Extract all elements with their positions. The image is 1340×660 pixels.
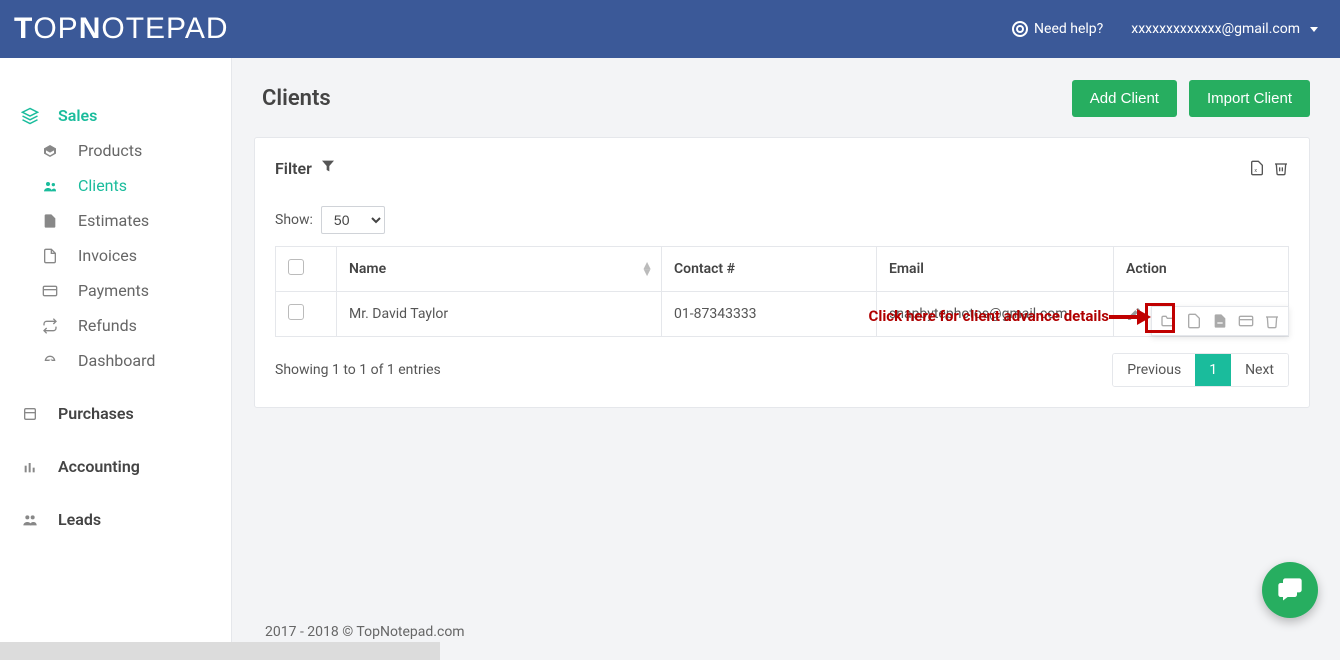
col-label: Name bbox=[349, 261, 386, 277]
sidebar-item-label: Payments bbox=[78, 281, 149, 300]
pager-prev[interactable]: Previous bbox=[1113, 354, 1195, 386]
sidebar-item-label: Refunds bbox=[78, 316, 137, 335]
table-row: Mr. David Taylor 01-87343333 snapbytepho… bbox=[276, 292, 1289, 337]
card2-icon[interactable] bbox=[1238, 313, 1254, 329]
sidebar-item-products[interactable]: Products bbox=[0, 133, 231, 168]
sidebar-sales[interactable]: Sales bbox=[0, 98, 231, 133]
brand-logo[interactable]: TOPNOTEPAD bbox=[14, 12, 229, 46]
sidebar: Sales Products Clients Estimates Invoice… bbox=[0, 58, 232, 660]
row-checkbox[interactable] bbox=[288, 304, 304, 320]
sidebar-item-clients[interactable]: Clients bbox=[0, 168, 231, 203]
help-label: Need help? bbox=[1034, 21, 1103, 37]
add-client-button[interactable]: Add Client bbox=[1072, 80, 1177, 117]
new-doc2-icon[interactable] bbox=[1212, 313, 1228, 329]
chart-icon bbox=[20, 459, 40, 475]
sidebar-item-label: Clients bbox=[78, 176, 127, 195]
footer-text: 2017 - 2018 © TopNotepad.com bbox=[265, 624, 465, 640]
sidebar-item-label: Invoices bbox=[78, 246, 137, 265]
sidebar-item-label: Estimates bbox=[78, 211, 149, 230]
chat-fab[interactable] bbox=[1262, 562, 1318, 618]
chat-icon bbox=[1276, 576, 1304, 604]
show-label: Show: bbox=[275, 212, 313, 228]
clients-card: Filter x Show: 50 bbox=[254, 137, 1310, 408]
col-name[interactable]: Name ▲▼ bbox=[337, 247, 662, 292]
sidebar-purchases[interactable]: Purchases bbox=[0, 396, 231, 431]
clients-table: Name ▲▼ Contact # Email Action Mr. David… bbox=[275, 246, 1289, 337]
svg-text:x: x bbox=[1254, 168, 1257, 174]
page-title: Clients bbox=[262, 86, 331, 111]
col-action: Action bbox=[1114, 247, 1289, 292]
delete-icon[interactable] bbox=[1273, 160, 1289, 176]
topbar: TOPNOTEPAD Need help? xxxxxxxxxxxxx@gmai… bbox=[0, 0, 1340, 58]
select-all-checkbox[interactable] bbox=[288, 259, 304, 275]
hscroll-track[interactable] bbox=[0, 642, 440, 660]
cubes-icon bbox=[40, 143, 60, 159]
sidebar-item-estimates[interactable]: Estimates bbox=[0, 203, 231, 238]
cell-name: Mr. David Taylor bbox=[337, 292, 662, 337]
help-icon bbox=[1012, 21, 1028, 37]
user-email: xxxxxxxxxxxxx@gmail.com bbox=[1131, 21, 1300, 37]
sidebar-item-label: Products bbox=[78, 141, 142, 160]
new-doc-icon[interactable] bbox=[1186, 313, 1202, 329]
col-email[interactable]: Email bbox=[877, 247, 1114, 292]
gauge-icon bbox=[40, 353, 60, 369]
card-icon bbox=[40, 283, 60, 299]
sidebar-item-payments[interactable]: Payments bbox=[0, 273, 231, 308]
col-contact[interactable]: Contact # bbox=[662, 247, 877, 292]
user-menu[interactable]: xxxxxxxxxxxxx@gmail.com bbox=[1131, 21, 1318, 37]
sidebar-label: Leads bbox=[58, 510, 101, 529]
action-popup bbox=[1151, 306, 1289, 336]
sidebar-item-refunds[interactable]: Refunds bbox=[0, 308, 231, 343]
pager: Previous 1 Next bbox=[1112, 353, 1289, 387]
import-client-button[interactable]: Import Client bbox=[1189, 80, 1310, 117]
sidebar-item-label: Dashboard bbox=[78, 351, 155, 370]
layers-icon bbox=[20, 107, 40, 125]
chevron-down-icon bbox=[1310, 27, 1318, 32]
people-icon bbox=[20, 512, 40, 528]
sidebar-label: Accounting bbox=[58, 457, 140, 476]
sidebar-label: Purchases bbox=[58, 404, 134, 423]
swap-icon bbox=[40, 318, 60, 334]
cell-contact: 01-87343333 bbox=[662, 292, 877, 337]
sidebar-item-dashboard[interactable]: Dashboard bbox=[0, 343, 231, 378]
folder-icon[interactable] bbox=[1160, 313, 1176, 329]
pager-next[interactable]: Next bbox=[1231, 354, 1288, 386]
pager-page[interactable]: 1 bbox=[1195, 354, 1231, 386]
sidebar-item-invoices[interactable]: Invoices bbox=[0, 238, 231, 273]
content: Clients Add Client Import Client Filter … bbox=[232, 58, 1340, 660]
delete2-icon[interactable] bbox=[1264, 313, 1280, 329]
show-select[interactable]: 50 bbox=[321, 206, 385, 234]
sidebar-leads[interactable]: Leads bbox=[0, 502, 231, 537]
users-icon bbox=[40, 178, 60, 194]
table-status: Showing 1 to 1 of 1 entries bbox=[275, 362, 441, 378]
sidebar-accounting[interactable]: Accounting bbox=[0, 449, 231, 484]
box-icon bbox=[20, 406, 40, 422]
file-icon bbox=[40, 213, 60, 229]
cell-email: snapbytephotos@gmail.com bbox=[877, 292, 1114, 337]
sort-icon: ▲▼ bbox=[641, 262, 653, 276]
edit-icon[interactable] bbox=[1126, 306, 1142, 322]
filter-label: Filter bbox=[275, 159, 312, 178]
filter-icon[interactable] bbox=[320, 158, 336, 178]
sidebar-label: Sales bbox=[58, 106, 97, 125]
export-excel-icon[interactable]: x bbox=[1249, 160, 1265, 176]
help-link[interactable]: Need help? bbox=[1012, 21, 1103, 37]
page-icon bbox=[40, 248, 60, 264]
